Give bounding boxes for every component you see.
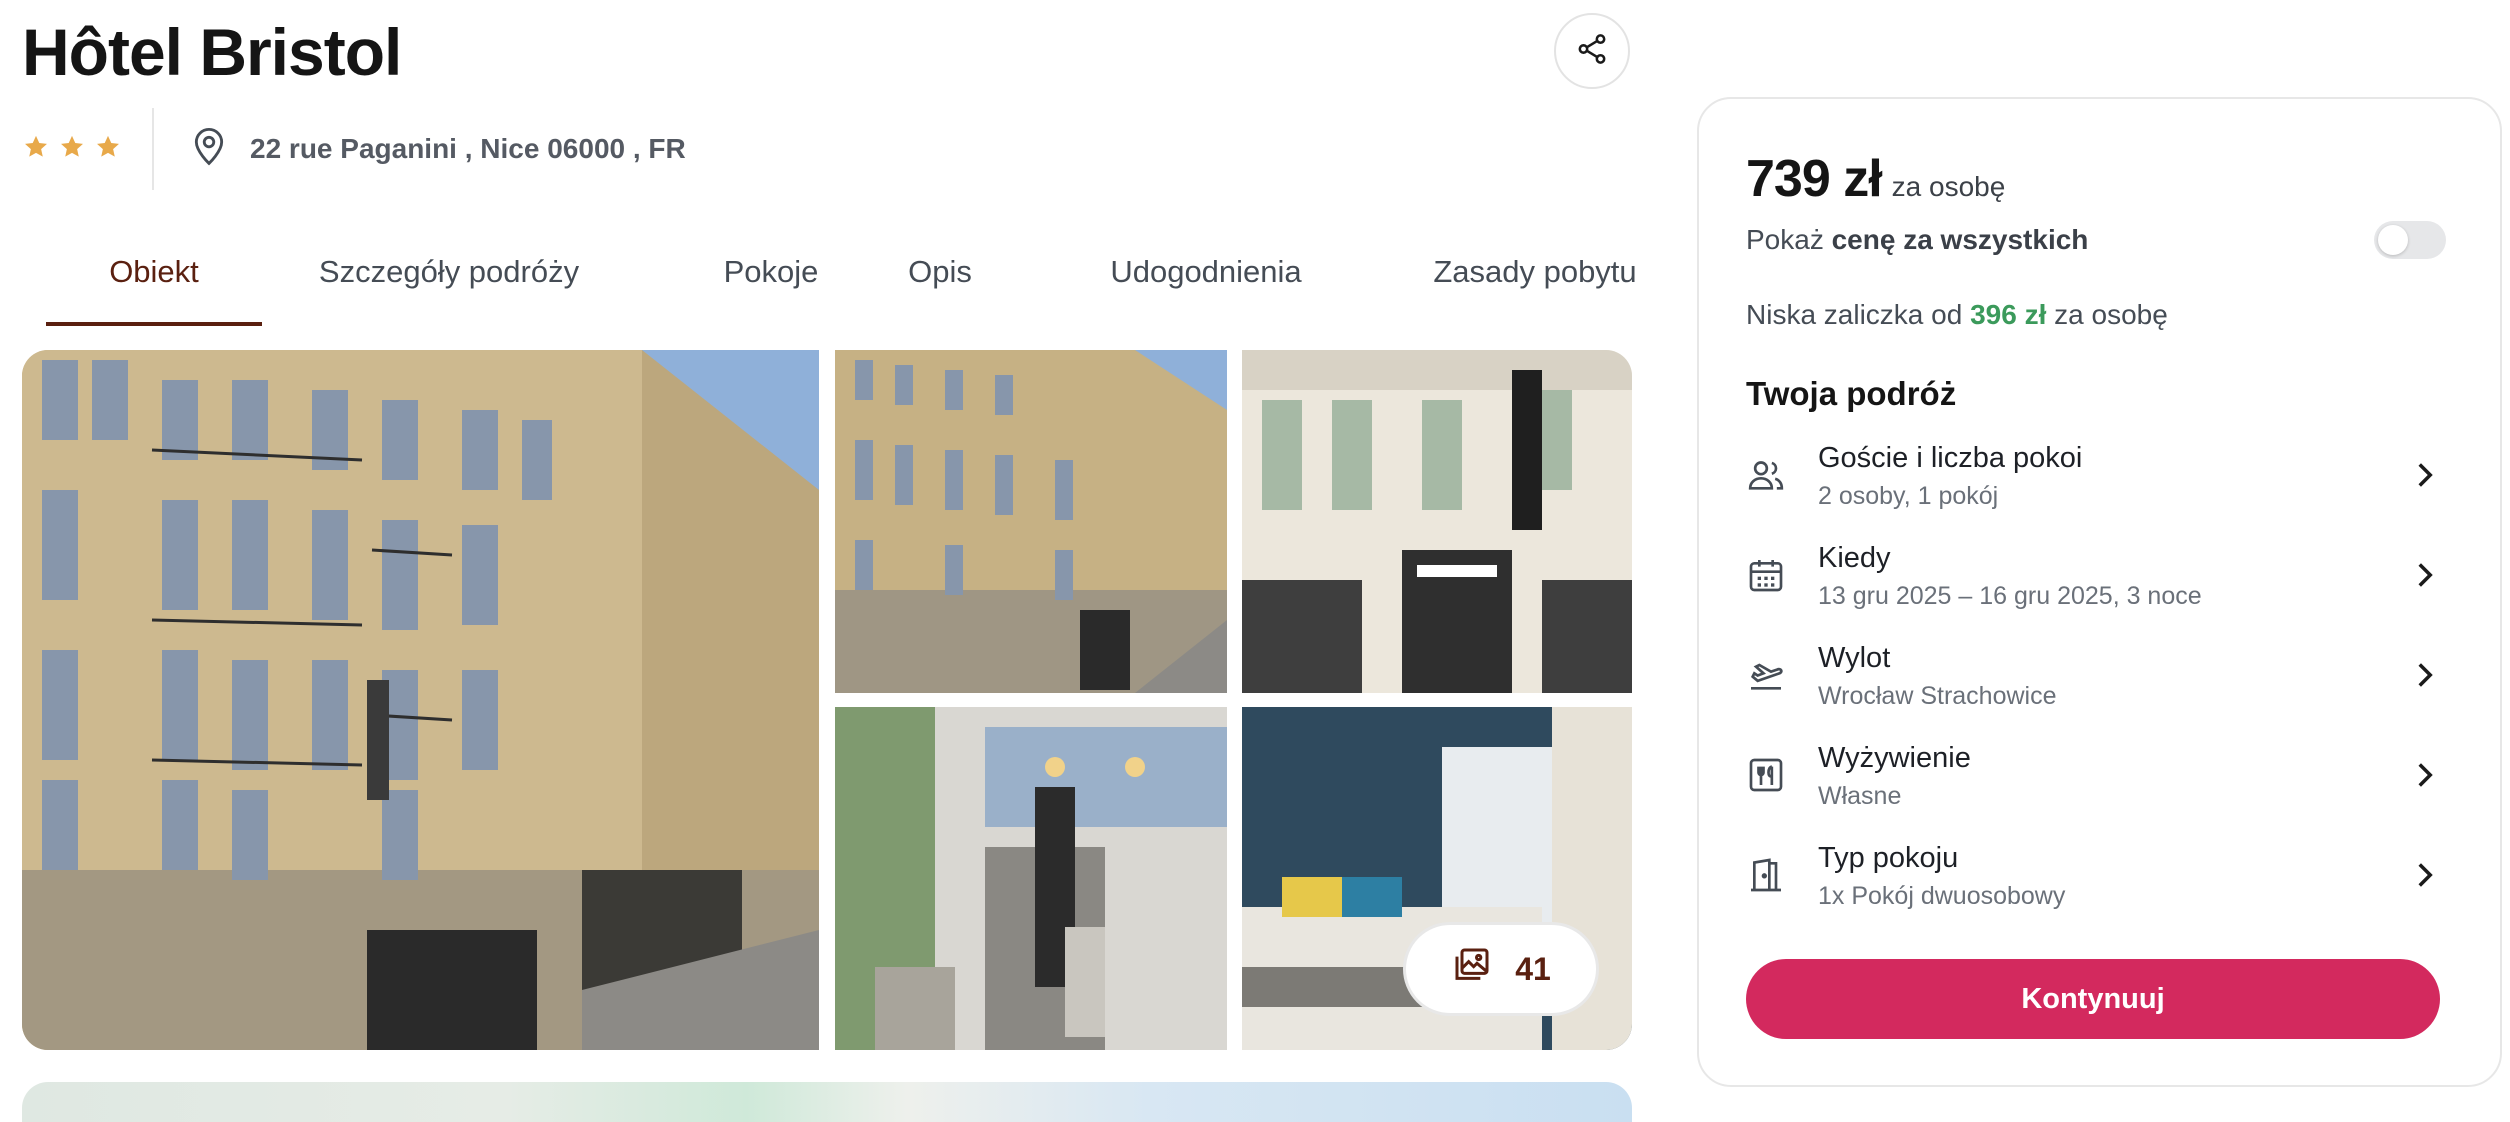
- trip-item-guests[interactable]: Goście i liczba pokoi 2 osoby, 1 pokój: [1746, 439, 2446, 539]
- tab-house-rules[interactable]: Zasady pobytu: [1422, 240, 1648, 326]
- trip-item-label: Kiedy: [1818, 542, 1891, 574]
- hotel-detail-panel: Hôtel Bristol 22 rue Paganini , Nice 060…: [0, 0, 1650, 1122]
- trip-summary-title: Twoja podróż: [1746, 375, 1957, 412]
- photo-gallery: [22, 350, 1632, 1050]
- people-icon: [1746, 455, 1786, 495]
- toggle-label: Pokaż cenę za wszystkich: [1746, 224, 2088, 256]
- trip-item-flight[interactable]: Wylot Wrocław Strachowice: [1746, 639, 2446, 739]
- tab-rooms[interactable]: Pokoje: [696, 240, 846, 326]
- toggle-label-bold: cenę za wszystkich: [1831, 224, 2089, 255]
- star-rating: [22, 133, 152, 166]
- calendar-icon: [1746, 555, 1786, 595]
- section-tabs: Obiekt Szczegóły podróży Pokoje Opis Udo…: [46, 240, 1646, 328]
- trip-item-meals[interactable]: Wyżywienie Własne: [1746, 739, 2446, 839]
- toggle-knob: [2378, 225, 2408, 255]
- divider: [152, 108, 154, 190]
- booking-card: 739 zł za osobę Pokaż cenę za wszystkich…: [1697, 97, 2502, 1087]
- trip-item-value: 2 osoby, 1 pokój: [1818, 482, 1999, 510]
- gallery-photo[interactable]: [835, 707, 1227, 1050]
- gallery-photo[interactable]: [835, 350, 1227, 693]
- share-icon: [1575, 32, 1609, 71]
- price-row: 739 zł za osobę: [1746, 149, 2005, 209]
- map-preview[interactable]: [22, 1082, 1632, 1122]
- gallery-icon: [1451, 945, 1493, 993]
- chevron-right-icon: [2414, 461, 2436, 489]
- trip-item-label: Wylot: [1818, 642, 1891, 674]
- tab-amenities[interactable]: Udogodnienia: [1092, 240, 1320, 326]
- trip-item-label: Wyżywienie: [1818, 742, 1971, 774]
- total-price-toggle[interactable]: [2374, 221, 2446, 259]
- location-pin-icon: [190, 125, 228, 174]
- door-icon: [1746, 855, 1786, 895]
- photo-count-label: 41: [1515, 950, 1551, 987]
- chevron-right-icon: [2414, 861, 2436, 889]
- meals-icon: [1746, 755, 1786, 795]
- price-per-person: 739 zł: [1746, 150, 1883, 208]
- trip-item-value: 13 gru 2025 – 16 gru 2025, 3 noce: [1818, 582, 2202, 610]
- hotel-address: 22 rue Paganini , Nice 06000 , FR: [190, 125, 686, 174]
- plane-departure-icon: [1746, 655, 1786, 695]
- trip-item-value: Wrocław Strachowice: [1818, 682, 2057, 710]
- trip-summary-list: Goście i liczba pokoi 2 osoby, 1 pokój K…: [1746, 439, 2446, 939]
- trip-item-value: 1x Pokój dwuosobowy: [1818, 882, 2066, 910]
- tab-travel-details[interactable]: Szczegóły podróży: [316, 240, 582, 326]
- trip-item-dates[interactable]: Kiedy 13 gru 2025 – 16 gru 2025, 3 noce: [1746, 539, 2446, 639]
- tab-description[interactable]: Opis: [892, 240, 988, 326]
- total-price-toggle-row: Pokaż cenę za wszystkich: [1746, 221, 2446, 259]
- address-text: 22 rue Paganini , Nice 06000 , FR: [250, 133, 686, 164]
- chevron-right-icon: [2414, 561, 2436, 589]
- deposit-prefix: Niska zaliczka od: [1746, 299, 1963, 330]
- hotel-meta-row: 22 rue Paganini , Nice 06000 , FR: [22, 108, 686, 190]
- trip-item-value: Własne: [1818, 782, 1902, 810]
- toggle-label-prefix: Pokaż: [1746, 224, 1824, 255]
- trip-item-label: Goście i liczba pokoi: [1818, 442, 2083, 474]
- deposit-info: Niska zaliczka od 396 zł za osobę: [1746, 299, 2168, 331]
- deposit-amount: 396 zł: [1970, 299, 2047, 330]
- price-suffix: za osobę: [1891, 171, 2006, 202]
- star-icon: [22, 133, 50, 166]
- star-icon: [58, 133, 86, 166]
- deposit-suffix: za osobę: [2054, 299, 2168, 330]
- gallery-photo[interactable]: [1242, 350, 1632, 693]
- trip-item-room-type[interactable]: Typ pokoju 1x Pokój dwuosobowy: [1746, 839, 2446, 939]
- trip-item-label: Typ pokoju: [1818, 842, 1959, 874]
- chevron-right-icon: [2414, 761, 2436, 789]
- continue-button[interactable]: Kontynuuj: [1746, 959, 2440, 1039]
- hotel-name: Hôtel Bristol: [22, 15, 402, 89]
- show-all-photos-button[interactable]: 41: [1403, 922, 1599, 1016]
- chevron-right-icon: [2414, 661, 2436, 689]
- main-photo[interactable]: [22, 350, 819, 1050]
- share-button[interactable]: [1554, 13, 1630, 89]
- tab-obiekt[interactable]: Obiekt: [46, 240, 262, 326]
- star-icon: [94, 133, 122, 166]
